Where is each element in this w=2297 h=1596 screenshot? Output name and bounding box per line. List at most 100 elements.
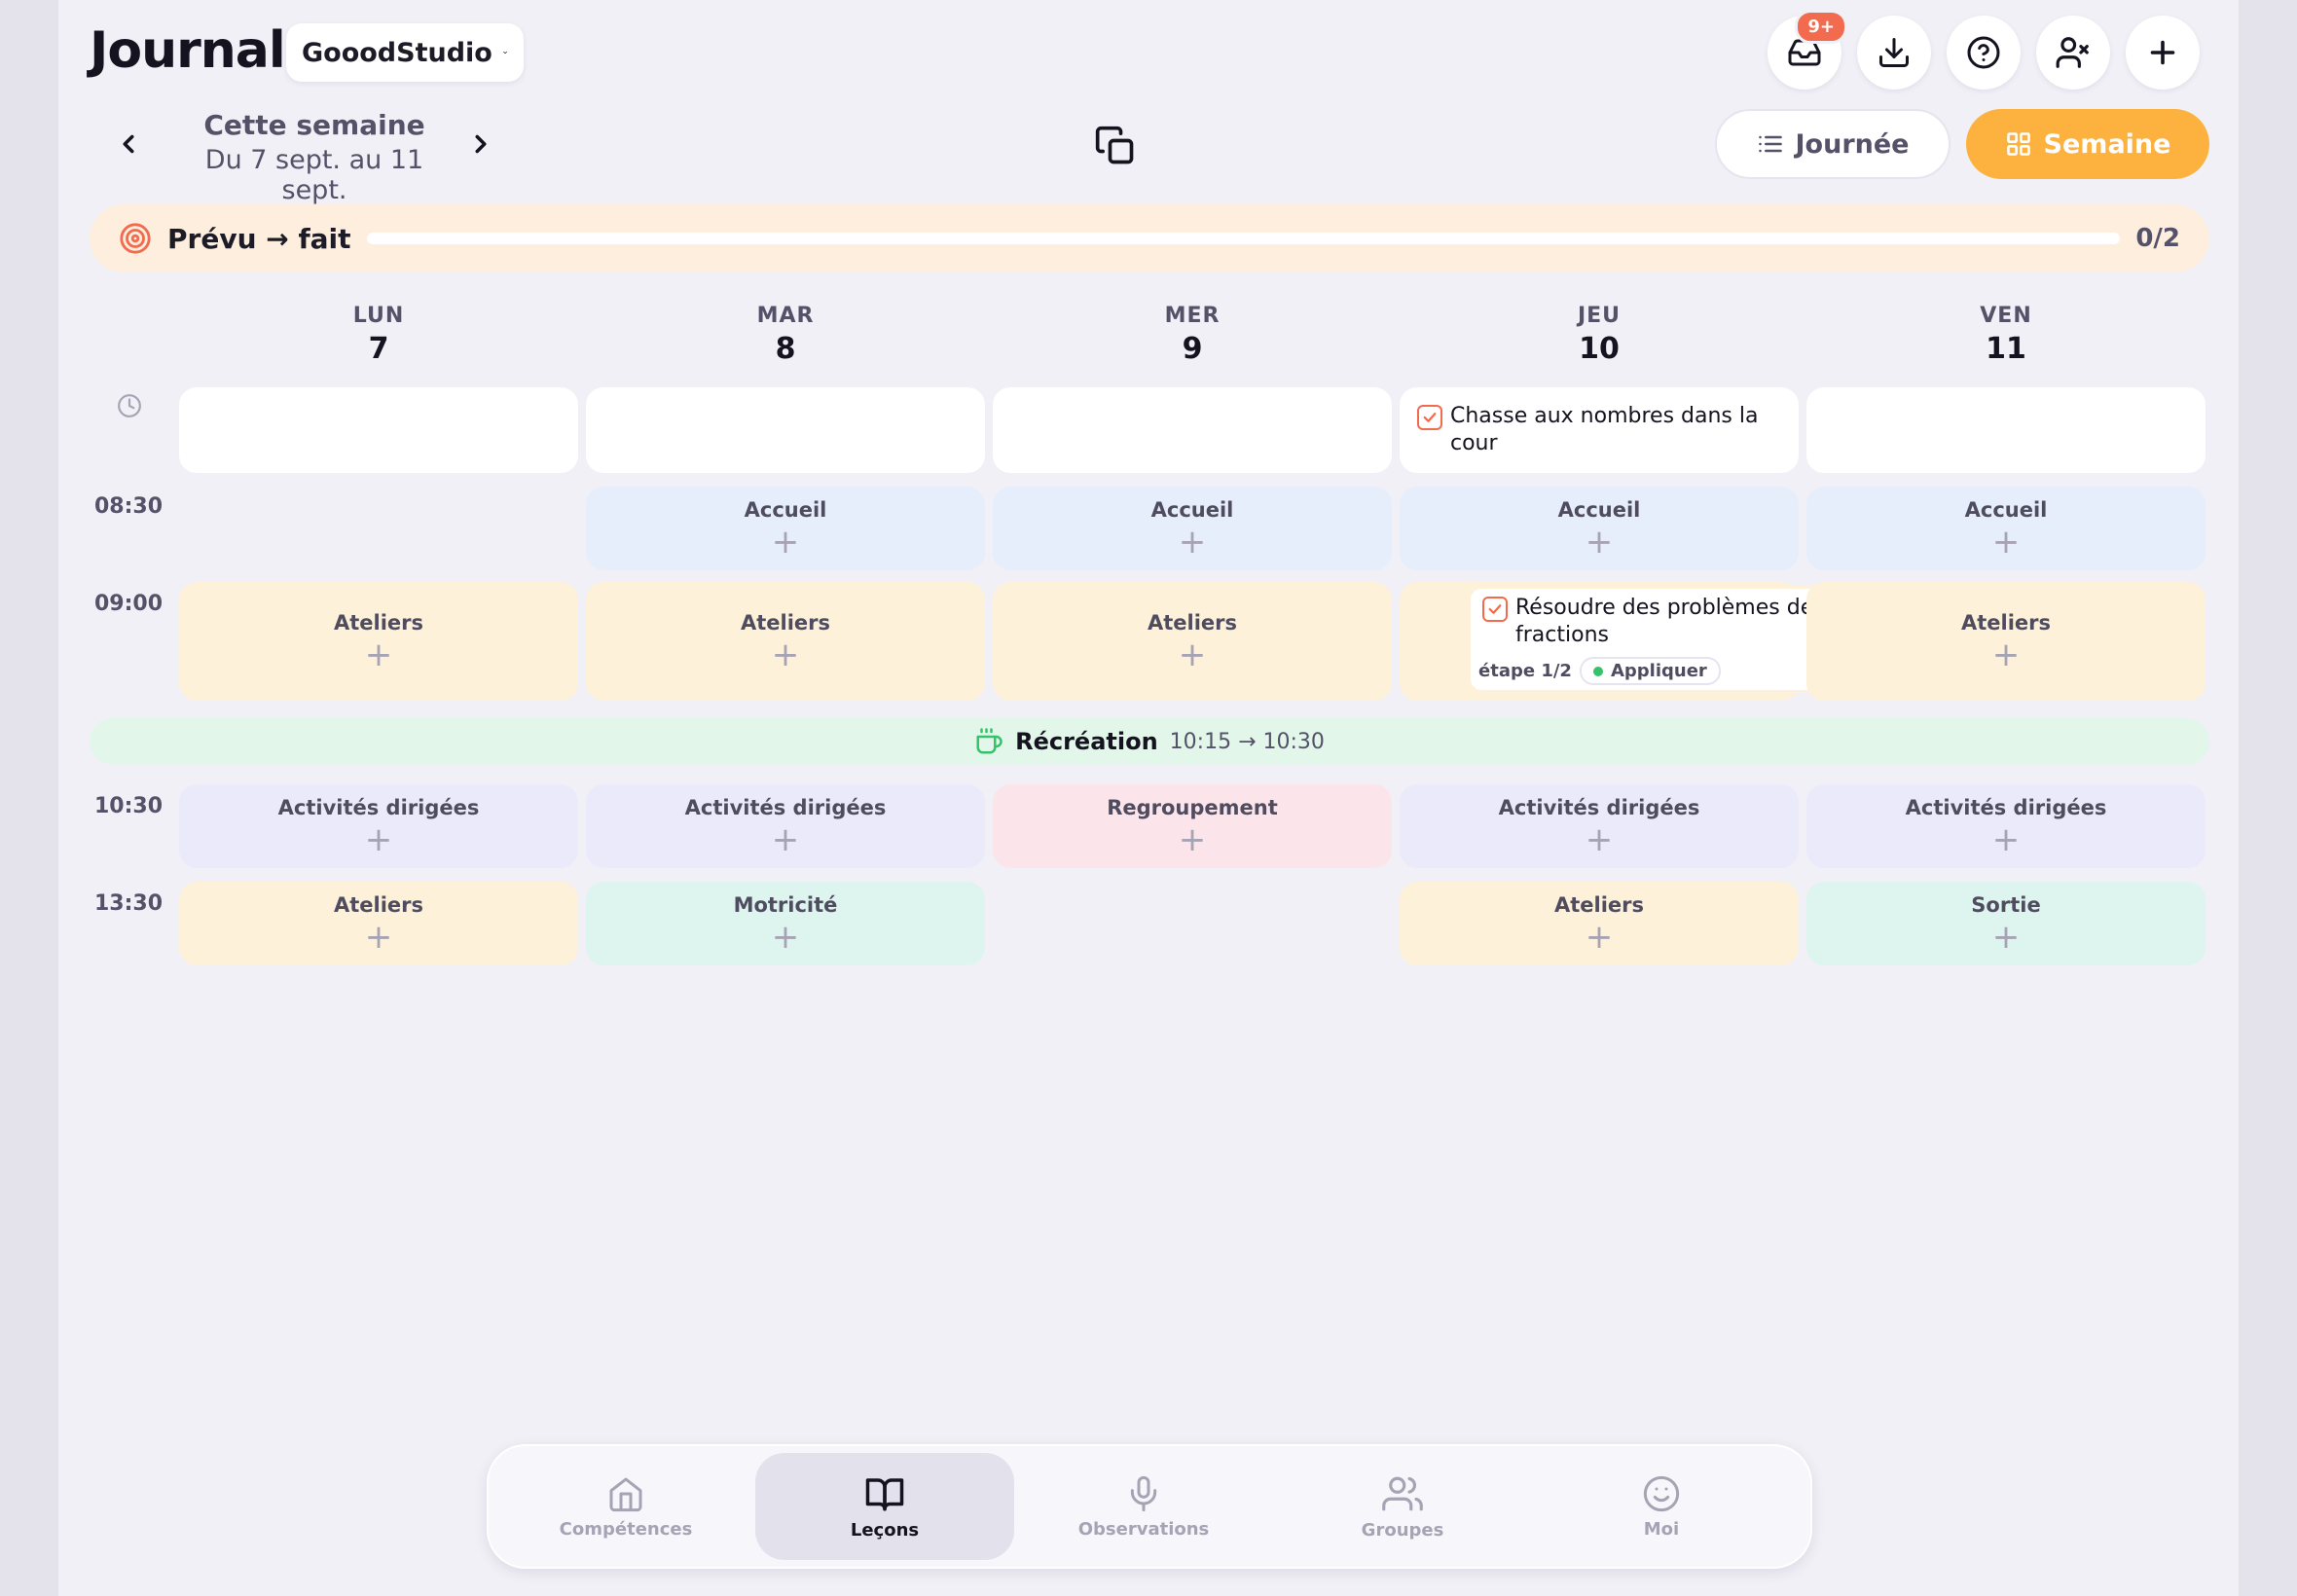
slot-activites[interactable]: Activités dirigées + [179, 784, 578, 868]
time-label: 10:30 [93, 794, 164, 818]
unscheduled-slot[interactable] [586, 387, 985, 473]
slot-motricite[interactable]: Motricité + [586, 882, 985, 965]
add-icon[interactable]: + [1992, 526, 2021, 559]
slot-activites[interactable]: Activités dirigées + [1400, 784, 1799, 868]
unscheduled-slot[interactable]: Chasse aux nombres dans la cour [1400, 387, 1799, 473]
download-button[interactable] [1857, 16, 1931, 90]
add-icon[interactable]: + [1179, 638, 1207, 671]
add-icon[interactable]: + [365, 823, 393, 856]
task-title: Résoudre des problèmes de fractions [1515, 596, 1814, 647]
unscheduled-slot[interactable] [993, 387, 1392, 473]
nav-item-competences[interactable]: Compétences [496, 1453, 755, 1560]
day-date: 8 [775, 332, 796, 366]
add-icon[interactable]: + [772, 526, 800, 559]
slot-label: Activités dirigées [684, 796, 887, 819]
slot-accueil[interactable]: Accueil + [1400, 487, 1799, 570]
slot-label: Regroupement [1107, 796, 1278, 819]
previous-week-button[interactable] [109, 125, 148, 163]
slot-label: Ateliers [333, 893, 424, 917]
time-label: 09:00 [93, 592, 164, 616]
inbox-button[interactable]: 9+ [1768, 10, 1847, 90]
nav-item-lecons[interactable]: Leçons [755, 1453, 1014, 1560]
nav-item-groupes[interactable]: Groupes [1273, 1453, 1532, 1560]
slot-label: Ateliers [1553, 893, 1645, 917]
next-week-button[interactable] [461, 125, 500, 163]
add-icon[interactable]: + [1992, 823, 2021, 856]
slot-ateliers[interactable]: Ateliers + [993, 582, 1392, 701]
recess-time: 10:15 → 10:30 [1169, 729, 1325, 754]
add-icon[interactable]: + [1179, 526, 1207, 559]
target-icon [120, 223, 151, 254]
nav-label: Moi [1643, 1518, 1680, 1540]
week-view-button[interactable]: Semaine [1966, 109, 2209, 179]
home-icon [609, 1477, 642, 1511]
slot-regroupement[interactable]: Regroupement + [993, 784, 1392, 868]
page-title: Journal [90, 21, 286, 80]
checkbox[interactable] [1482, 597, 1508, 622]
progress-count: 0/2 [2135, 224, 2180, 253]
copy-week-button[interactable] [1094, 125, 1137, 167]
task-item[interactable]: Résoudre des problèmes de fractions [1482, 595, 1841, 649]
add-icon[interactable]: + [1586, 823, 1614, 856]
day-view-button[interactable]: Journée [1715, 109, 1951, 179]
slot-label: Ateliers [1960, 611, 2052, 635]
day-date: 11 [1986, 332, 2026, 366]
help-button[interactable] [1947, 16, 2021, 90]
status-dot [1592, 666, 1603, 676]
add-icon[interactable]: + [1992, 638, 2021, 671]
slot-activites[interactable]: Activités dirigées + [586, 784, 985, 868]
add-icon[interactable]: + [365, 638, 393, 671]
progress-label: Prévu → fait [167, 222, 351, 255]
day-view-label: Journée [1795, 128, 1910, 160]
slot-label: Accueil [744, 498, 827, 522]
slot-label: Accueil [1964, 498, 2048, 522]
slot-sortie[interactable]: Sortie + [1806, 882, 2206, 965]
day-date: 9 [1182, 332, 1203, 366]
chevron-down-icon [503, 51, 507, 54]
recess-label: Récréation [1015, 728, 1158, 755]
users-icon [1382, 1476, 1423, 1510]
plus-icon [2150, 40, 2175, 65]
slot-label: Ateliers [740, 611, 831, 635]
add-icon[interactable]: + [772, 638, 800, 671]
day-date: 10 [1579, 332, 1620, 366]
nav-item-observations[interactable]: Observations [1014, 1453, 1273, 1560]
nav-item-moi[interactable]: Moi [1532, 1453, 1791, 1560]
school-select[interactable]: GooodStudio [286, 23, 524, 82]
slot-accueil[interactable]: Accueil + [586, 487, 985, 570]
checkbox[interactable] [1417, 405, 1442, 430]
day-name: LUN [352, 304, 405, 328]
add-icon[interactable]: + [772, 823, 800, 856]
slot-activites[interactable]: Activités dirigées + [1806, 784, 2206, 868]
slot-ateliers[interactable]: Ateliers + [1400, 882, 1799, 965]
add-icon[interactable]: + [772, 921, 800, 954]
user-remove-button[interactable] [2036, 16, 2110, 90]
progress-bar: Prévu → fait 0/2 [90, 204, 2209, 272]
add-icon[interactable]: + [1179, 823, 1207, 856]
slot-label: Motricité [733, 893, 838, 917]
slot-ateliers[interactable]: Ateliers + [586, 582, 985, 701]
add-button[interactable] [2126, 16, 2200, 90]
slot-ateliers[interactable]: Ateliers + [1806, 582, 2206, 701]
slot-label: Activités dirigées [277, 796, 480, 819]
week-label: Cette semaine Du 7 sept. au 11 sept. [173, 109, 456, 205]
slot-ateliers[interactable]: Ateliers + [179, 882, 578, 965]
step-info: étape 1/2 Appliquer [1478, 657, 1721, 685]
slot-accueil[interactable]: Accueil + [993, 487, 1392, 570]
lesson-card[interactable]: Résoudre des problèmes de fractions étap… [1468, 586, 1855, 693]
unscheduled-slot[interactable] [1806, 387, 2206, 473]
grid-icon [2006, 132, 2030, 156]
add-icon[interactable]: + [365, 921, 393, 954]
add-icon[interactable]: + [1992, 921, 2021, 954]
slot-ateliers[interactable]: Ateliers + [179, 582, 578, 701]
slot-accueil[interactable]: Accueil + [1806, 487, 2206, 570]
day-date: 7 [368, 332, 389, 366]
unscheduled-slot[interactable] [179, 387, 578, 473]
day-header-lun: LUN 7 [179, 304, 578, 366]
add-icon[interactable]: + [1586, 921, 1614, 954]
week-title: Cette semaine [203, 109, 425, 141]
task-item[interactable]: Chasse aux nombres dans la cour [1417, 403, 1781, 457]
add-icon[interactable]: + [1586, 526, 1614, 559]
day-header-mer: MER 9 [993, 304, 1392, 366]
recess-banner: Récréation 10:15 → 10:30 [90, 718, 2209, 765]
